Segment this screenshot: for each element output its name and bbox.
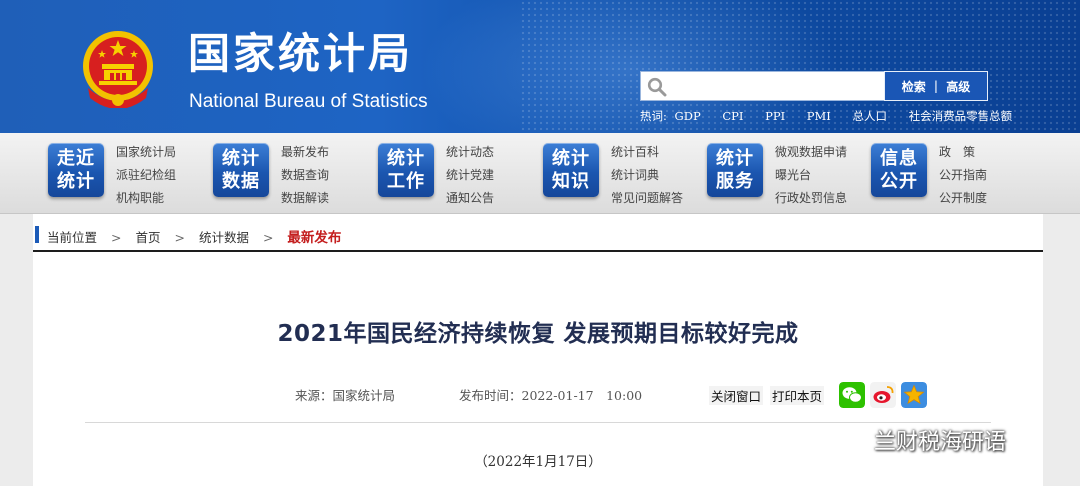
breadcrumb-link-home[interactable]: 首页: [135, 230, 160, 245]
search-input[interactable]: [671, 72, 881, 100]
site-logo-cn[interactable]: 国家统计局: [188, 28, 413, 80]
nav-link[interactable]: 数据查询: [281, 164, 329, 187]
hotword-link[interactable]: 社会消费品零售总额: [909, 109, 1013, 123]
watermark: 兰财税海研语: [838, 424, 1006, 456]
nav-link[interactable]: 数据解读: [281, 187, 329, 210]
nav-links: 微观数据申请 曝光台 行政处罚信息: [775, 141, 847, 210]
search-separator: |: [933, 79, 939, 93]
nav-link[interactable]: 公开指南: [939, 164, 987, 187]
search-icon: [647, 77, 667, 97]
weibo-share-icon[interactable]: [870, 382, 896, 408]
nav-tile-line: 统计: [552, 148, 590, 169]
nav-tile-knowledge[interactable]: 统计 知识: [543, 143, 599, 197]
breadcrumb-marker: [35, 226, 39, 243]
nav-tile-line: 统计: [57, 171, 95, 192]
article-title: 2021年国民经济持续恢复 发展预期目标较好完成: [277, 321, 799, 347]
nav-link[interactable]: 统计党建: [446, 164, 494, 187]
breadcrumb-bar: 当前位置 > 首页 > 统计数据 > 最新发布: [33, 214, 1043, 252]
hotword-link[interactable]: PMI: [807, 109, 831, 123]
breadcrumb-link-data[interactable]: 统计数据: [199, 230, 249, 245]
nav-tile-line: 数据: [222, 171, 260, 192]
hotword-link[interactable]: CPI: [722, 109, 743, 123]
breadcrumb-current[interactable]: 最新发布: [287, 230, 341, 246]
nav-tile-line: 工作: [387, 171, 425, 192]
nav-tile-about[interactable]: 走近 统计: [48, 143, 104, 197]
nav-link[interactable]: 公开制度: [939, 187, 987, 210]
hotwords: 热词: GDP CPI PPI PMI 总人口 社会消费品零售总额: [640, 108, 1030, 124]
nav-tile-disclosure[interactable]: 信息 公开: [871, 143, 927, 197]
nav-links: 最新发布 数据查询 数据解读: [281, 141, 329, 210]
nav-tile-line: 统计: [222, 148, 260, 169]
hotword-link[interactable]: GDP: [675, 109, 701, 123]
site-logo-en[interactable]: National Bureau of Statistics: [189, 91, 428, 113]
nav-link[interactable]: 统计百科: [611, 141, 683, 164]
nav-tile-line: 信息: [880, 148, 918, 169]
nav-link[interactable]: 统计词典: [611, 164, 683, 187]
breadcrumb-label: 当前位置: [47, 230, 98, 245]
wechat-share-icon[interactable]: [839, 382, 865, 408]
nav-link[interactable]: 最新发布: [281, 141, 329, 164]
advanced-search-button[interactable]: 高级: [946, 78, 970, 95]
search-box: [640, 71, 886, 101]
nav-link[interactable]: 微观数据申请: [775, 141, 847, 164]
nav-tile-line: 服务: [716, 171, 754, 192]
favorite-star-icon[interactable]: [901, 382, 927, 408]
nav-link[interactable]: 机构职能: [116, 187, 176, 210]
nav-link[interactable]: 政 策: [939, 141, 987, 164]
breadcrumb-separator: >: [111, 230, 122, 245]
nav-tile-line: 知识: [552, 171, 590, 192]
nav-link[interactable]: 统计动态: [446, 141, 494, 164]
nav-link[interactable]: 行政处罚信息: [775, 187, 847, 210]
search-buttons: 检索 | 高级: [884, 71, 988, 101]
nav-links: 统计百科 统计词典 常见问题解答: [611, 141, 683, 210]
article-published-time: 发布时间：2022-01-17 10:00: [459, 388, 643, 403]
main-nav: 走近 统计 国家统计局 派驻纪检组 机构职能 统计 数据 最新发布 数据查询 数…: [0, 133, 1080, 214]
national-emblem-icon: [83, 31, 153, 108]
close-window-button[interactable]: 关闭窗口: [709, 386, 764, 405]
breadcrumb-separator: >: [262, 230, 274, 245]
hotwords-label: 热词:: [640, 109, 667, 123]
nav-tile-line: 统计: [387, 148, 425, 169]
nav-link[interactable]: 曝光台: [775, 164, 847, 187]
nav-tile-service[interactable]: 统计 服务: [707, 143, 763, 197]
site-header: 国家统计局 National Bureau of Statistics 检索 |…: [0, 0, 1080, 133]
search-button[interactable]: 检索: [902, 78, 926, 95]
nav-link[interactable]: 派驻纪检组: [116, 164, 176, 187]
article-source: 来源：国家统计局: [295, 388, 396, 403]
print-page-button[interactable]: 打印本页: [770, 386, 825, 405]
hotword-link[interactable]: PPI: [765, 109, 785, 123]
nav-link[interactable]: 常见问题解答: [611, 187, 683, 210]
article-divider: [85, 422, 991, 423]
breadcrumb-separator: >: [174, 230, 185, 245]
nav-tile-line: 公开: [880, 171, 918, 192]
nav-link[interactable]: 通知公告: [446, 187, 494, 210]
nav-links: 统计动态 统计党建 通知公告: [446, 141, 494, 210]
hotword-link[interactable]: 总人口: [853, 109, 888, 123]
nav-link[interactable]: 国家统计局: [116, 141, 176, 164]
nav-links: 国家统计局 派驻纪检组 机构职能: [116, 141, 176, 210]
breadcrumb: 当前位置 > 首页 > 统计数据 > 最新发布: [47, 226, 341, 246]
nav-tile-data[interactable]: 统计 数据: [213, 143, 269, 197]
nav-tile-line: 走近: [57, 148, 95, 169]
nav-tile-work[interactable]: 统计 工作: [378, 143, 434, 197]
nav-tile-line: 统计: [716, 148, 754, 169]
watermark-text: 兰财税海研语: [874, 430, 1007, 455]
wechat-watermark-icon: [839, 429, 867, 451]
nav-links: 政 策 公开指南 公开制度: [939, 141, 987, 210]
